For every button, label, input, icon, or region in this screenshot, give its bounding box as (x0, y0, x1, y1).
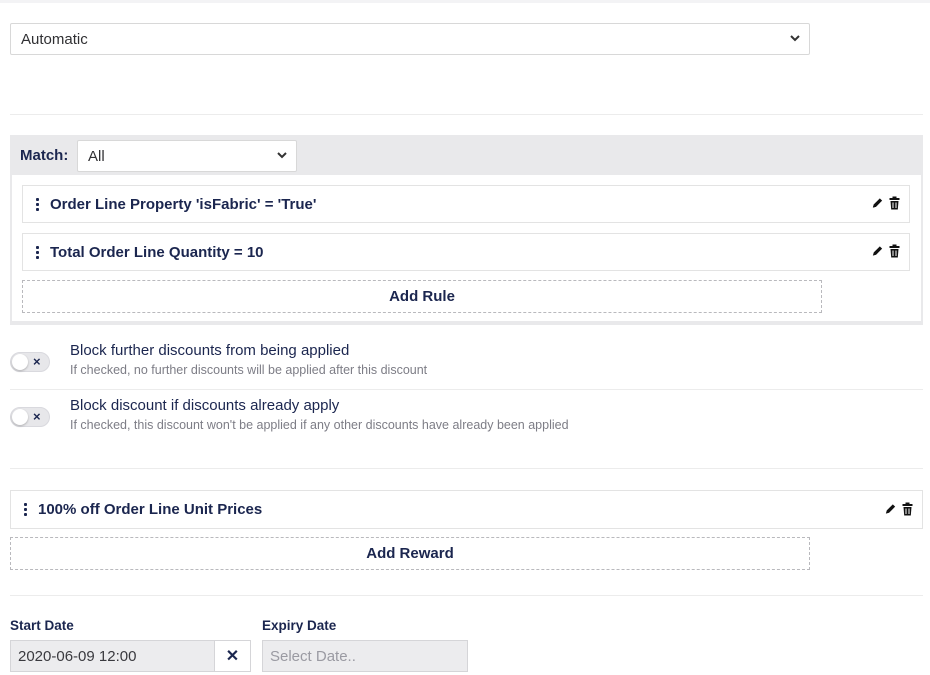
add-rule-button[interactable]: Add Rule (22, 280, 822, 313)
option-help: If checked, no further discounts will be… (70, 363, 428, 377)
trash-icon[interactable] (901, 502, 914, 516)
pencil-icon[interactable] (884, 502, 897, 516)
option-help: If checked, this discount won't be appli… (70, 418, 569, 432)
drag-handle-icon[interactable] (35, 245, 39, 260)
rules-list: Order Line Property 'isFabric' = 'True' … (12, 175, 921, 321)
toggle-knob (12, 354, 28, 370)
expiry-date-label: Expiry Date (262, 618, 337, 633)
option-title: Block discount if discounts already appl… (70, 397, 340, 414)
start-date-label: Start Date (10, 618, 74, 633)
trash-icon[interactable] (888, 196, 901, 210)
toggle-off-icon: × (33, 409, 41, 424)
section-divider (10, 114, 923, 115)
toggle-off-icon: × (33, 354, 41, 369)
top-bar (0, 0, 930, 3)
drag-handle-icon[interactable] (35, 197, 39, 212)
discount-type-select[interactable]: Automatic (10, 23, 810, 55)
section-divider (10, 595, 923, 596)
block-if-discounts-apply-toggle[interactable]: × (10, 407, 50, 427)
trash-icon[interactable] (888, 244, 901, 258)
match-select[interactable]: All (77, 140, 297, 172)
match-label: Match: (20, 147, 69, 164)
clear-start-date-button[interactable]: ✕ (214, 640, 251, 672)
start-date-value: 2020-06-09 12:00 (18, 647, 137, 665)
add-rule-label: Add Rule (389, 288, 455, 305)
chevron-down-icon (277, 152, 287, 159)
rule-row[interactable]: Order Line Property 'isFabric' = 'True' (22, 185, 910, 223)
reward-label: 100% off Order Line Unit Prices (38, 501, 263, 518)
option-divider (10, 389, 923, 390)
toggle-knob (12, 409, 28, 425)
option-title: Block further discounts from being appli… (70, 342, 350, 359)
discount-type-value: Automatic (21, 30, 88, 48)
rules-panel: Match: All Order Line Property 'isFabric… (10, 135, 923, 325)
add-reward-button[interactable]: Add Reward (10, 537, 810, 570)
pencil-icon[interactable] (871, 196, 884, 210)
drag-handle-icon[interactable] (23, 502, 27, 517)
rule-label: Total Order Line Quantity = 10 (50, 243, 264, 261)
chevron-down-icon (790, 35, 800, 42)
start-date-input[interactable]: 2020-06-09 12:00 (10, 640, 215, 672)
pencil-icon[interactable] (871, 244, 884, 258)
add-reward-label: Add Reward (366, 545, 454, 562)
block-further-discounts-toggle[interactable]: × (10, 352, 50, 372)
close-icon: ✕ (225, 648, 240, 665)
match-value: All (88, 147, 105, 165)
rule-label: Order Line Property 'isFabric' = 'True' (50, 195, 317, 213)
expiry-date-input[interactable]: Select Date.. (262, 640, 468, 672)
reward-row[interactable]: 100% off Order Line Unit Prices (10, 490, 923, 529)
section-divider (10, 468, 923, 469)
expiry-date-placeholder: Select Date.. (270, 647, 356, 665)
rule-row[interactable]: Total Order Line Quantity = 10 (22, 233, 910, 271)
